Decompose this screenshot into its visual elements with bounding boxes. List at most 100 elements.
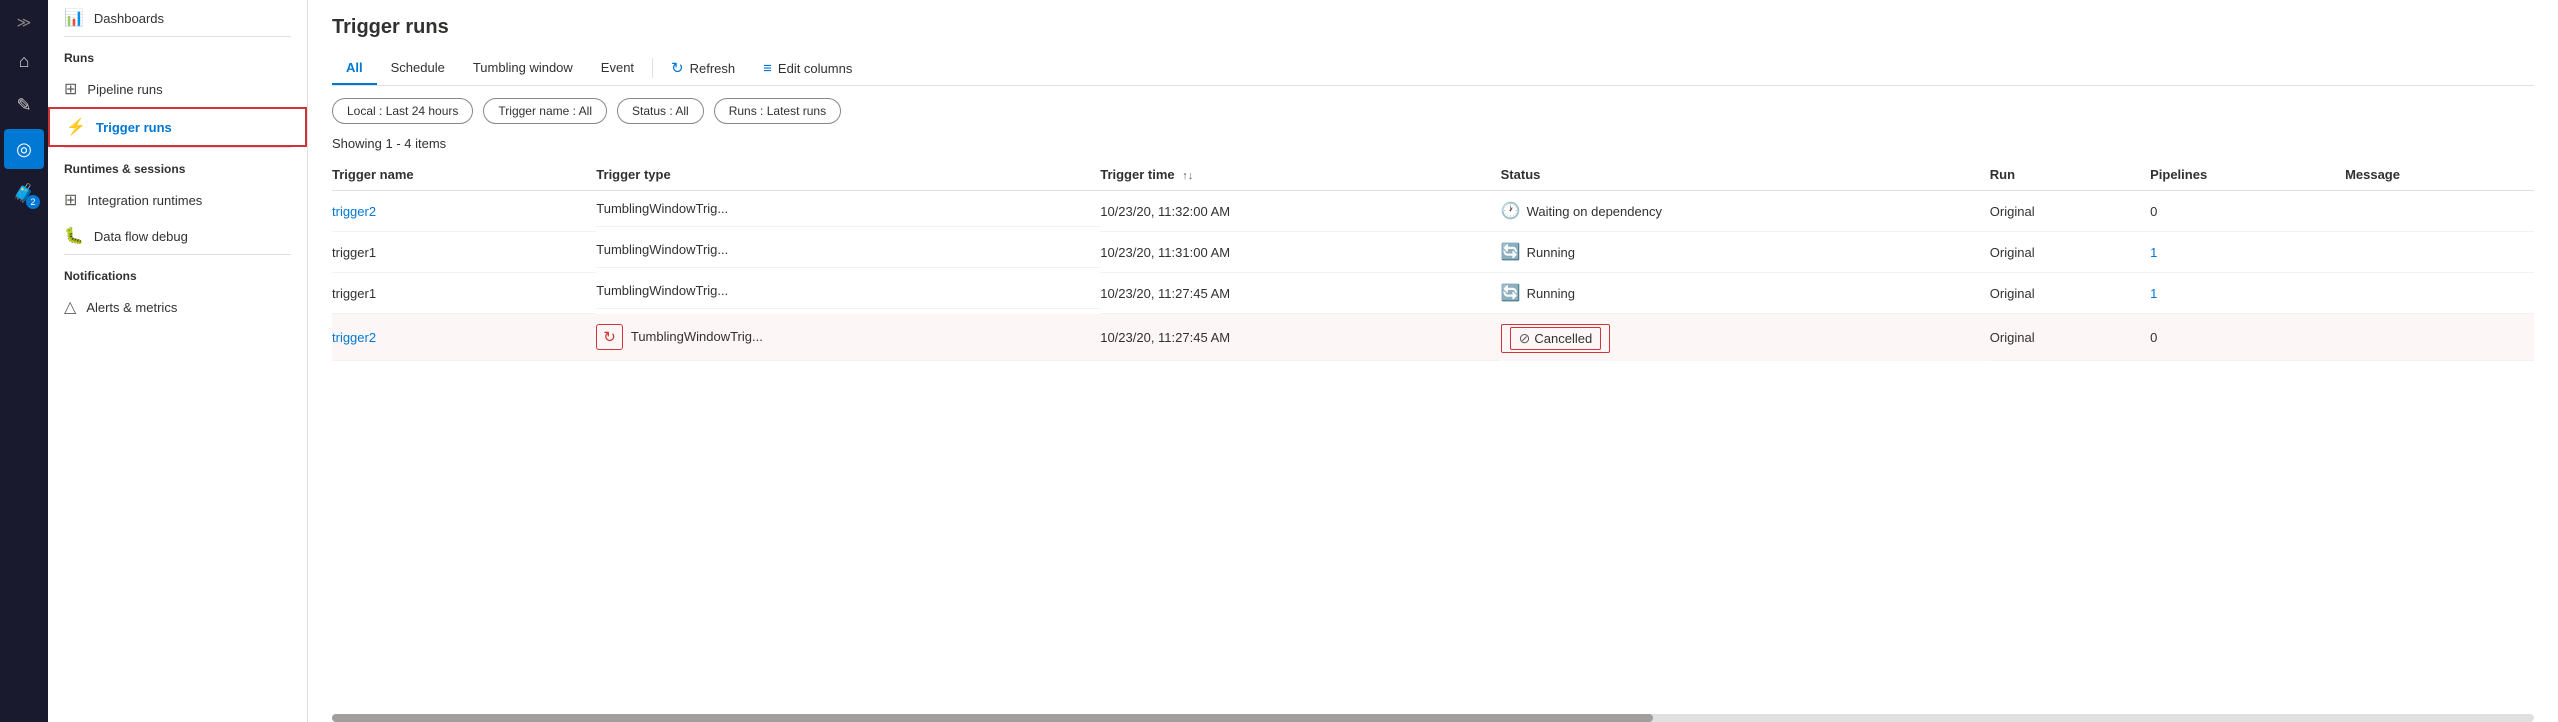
message-cell	[2345, 314, 2534, 361]
scrollbar-thumb[interactable]	[332, 714, 1653, 722]
status-cell: 🔄 Running	[1501, 232, 1990, 273]
table-row: trigger1TumblingWindowTrig...10/23/20, 1…	[332, 273, 2534, 314]
alerts-icon: △	[64, 297, 76, 317]
items-count: Showing 1 - 4 items	[308, 136, 2558, 159]
status-wrapper: 🔄 Running	[1501, 283, 1978, 303]
expand-icon[interactable]: ≫	[11, 8, 38, 37]
trigger-type-cell: TumblingWindowTrig...	[596, 191, 1100, 227]
status-wrapper: 🕐Waiting on dependency	[1501, 201, 1978, 221]
cancelled-badge: ⊘Cancelled	[1510, 327, 1602, 350]
pipelines-cell[interactable]: 1	[2150, 232, 2345, 273]
main-content: Trigger runs All Schedule Tumbling windo…	[308, 0, 2558, 722]
trigger-name-cell: trigger1	[332, 273, 596, 314]
filter-bar: Local : Last 24 hours Trigger name : All…	[308, 86, 2558, 136]
deploy-badge: 2	[26, 195, 40, 209]
trigger-type-cell: TumblingWindowTrig...	[596, 232, 1100, 268]
pipelines-cell: 0	[2150, 314, 2345, 361]
status-text: Waiting on dependency	[1527, 204, 1662, 219]
run-cell: Original	[1990, 191, 2150, 232]
icon-rail: ≫ ⌂ ✎ ◎ 🧳 2	[0, 0, 48, 722]
data-flow-debug-icon: 🐛	[64, 226, 84, 246]
refresh-label: Refresh	[690, 61, 736, 76]
rail-edit-button[interactable]: ✎	[4, 85, 44, 125]
sidebar-integration-runtimes-label: Integration runtimes	[87, 193, 202, 208]
sidebar-trigger-runs-label: Trigger runs	[96, 120, 172, 135]
sidebar-item-integration-runtimes[interactable]: ⊞ Integration runtimes	[48, 182, 307, 218]
edit-columns-icon: ≡	[763, 60, 772, 77]
sidebar-item-dashboards[interactable]: 📊 Dashboards	[48, 0, 307, 36]
status-icon: 🔄	[1501, 242, 1521, 262]
sidebar-alerts-label: Alerts & metrics	[86, 300, 177, 315]
status-cell: 🕐Waiting on dependency	[1501, 191, 1990, 232]
col-trigger-type: Trigger type	[596, 159, 1100, 191]
integration-runtimes-icon: ⊞	[64, 190, 77, 210]
table-row: trigger2 TumblingWindowTrig...10/23/20, 1…	[332, 191, 2534, 232]
col-pipelines: Pipelines	[2150, 159, 2345, 191]
sidebar-data-flow-debug-label: Data flow debug	[94, 229, 188, 244]
trigger-name-link[interactable]: trigger2	[332, 204, 376, 219]
trigger-time-cell: 10/23/20, 11:32:00 AM	[1100, 191, 1500, 232]
status-cell: 🔄 Running	[1501, 273, 1990, 314]
tab-event[interactable]: Event	[587, 52, 648, 85]
run-cell: Original	[1990, 232, 2150, 273]
tab-schedule[interactable]: Schedule	[377, 52, 459, 85]
table-container: Trigger name Trigger type Trigger time ↑…	[308, 159, 2558, 714]
runs-section-label: Runs	[48, 37, 307, 71]
page-title: Trigger runs	[332, 16, 2534, 39]
message-cell	[2345, 191, 2534, 232]
table-body: trigger2TumblingWindowTrig...10/23/20, 1…	[332, 191, 2534, 361]
trigger-name-link[interactable]: trigger2	[332, 330, 376, 345]
bottom-scrollbar[interactable]	[332, 714, 2534, 722]
tabs-bar: All Schedule Tumbling window Event ↻ Ref…	[332, 51, 2534, 86]
col-trigger-name: Trigger name	[332, 159, 596, 191]
refresh-button[interactable]: ↻ Refresh	[657, 51, 749, 85]
edit-columns-label: Edit columns	[778, 61, 852, 76]
trigger-type-cell: ↻TumblingWindowTrig...	[596, 314, 1100, 361]
col-status: Status	[1501, 159, 1990, 191]
tab-all[interactable]: All	[332, 52, 377, 85]
trigger-type-cell: TumblingWindowTrig...	[596, 273, 1100, 309]
tab-tumbling[interactable]: Tumbling window	[459, 52, 587, 85]
table-row: trigger2 ↻TumblingWindowTrig...10/23/20, …	[332, 314, 2534, 361]
cancelled-icon: ⊘	[1519, 330, 1531, 347]
rail-home-button[interactable]: ⌂	[4, 41, 44, 81]
col-trigger-time[interactable]: Trigger time ↑↓	[1100, 159, 1500, 191]
status-wrapper: 🔄 Running	[1501, 242, 1978, 262]
edit-columns-button[interactable]: ≡ Edit columns	[749, 52, 866, 85]
status-text: Running	[1527, 286, 1575, 301]
page-header: Trigger runs All Schedule Tumbling windo…	[308, 0, 2558, 86]
status-cell: ⊘Cancelled	[1501, 324, 1611, 353]
status-icon: 🔄	[1501, 283, 1521, 303]
trigger-time-cell: 10/23/20, 11:27:45 AM	[1100, 314, 1500, 361]
sort-icon: ↑↓	[1182, 170, 1193, 182]
pipeline-runs-icon: ⊞	[64, 79, 77, 99]
col-run: Run	[1990, 159, 2150, 191]
trigger-runs-table: Trigger name Trigger type Trigger time ↑…	[332, 159, 2534, 361]
sidebar-item-trigger-runs[interactable]: ⚡ Trigger runs	[48, 107, 307, 147]
status-filter-pill[interactable]: Status : All	[617, 98, 704, 124]
run-cell: Original	[1990, 273, 2150, 314]
rail-monitor-button[interactable]: ◎	[4, 129, 44, 169]
refresh-icon: ↻	[671, 59, 684, 77]
dashboards-icon: 📊	[64, 8, 84, 28]
sidebar-item-alerts[interactable]: △ Alerts & metrics	[48, 289, 307, 325]
trigger-filter-pill[interactable]: Trigger name : All	[483, 98, 607, 124]
status-text: Running	[1527, 245, 1575, 260]
sidebar-item-pipeline-runs[interactable]: ⊞ Pipeline runs	[48, 71, 307, 107]
message-cell	[2345, 273, 2534, 314]
rerun-icon[interactable]: ↻	[596, 324, 623, 350]
trigger-runs-icon: ⚡	[66, 117, 86, 137]
pipelines-cell[interactable]: 1	[2150, 273, 2345, 314]
runtimes-section-label: Runtimes & sessions	[48, 148, 307, 182]
table-row: trigger1TumblingWindowTrig...10/23/20, 1…	[332, 232, 2534, 273]
run-cell: Original	[1990, 314, 2150, 361]
rail-deploy-button[interactable]: 🧳 2	[4, 173, 44, 213]
message-cell	[2345, 232, 2534, 273]
sidebar-item-data-flow-debug[interactable]: 🐛 Data flow debug	[48, 218, 307, 254]
cancelled-text: Cancelled	[1534, 331, 1592, 346]
trigger-name-cell: trigger1	[332, 232, 596, 273]
notifications-section-label: Notifications	[48, 255, 307, 289]
tab-divider	[652, 58, 653, 78]
time-filter-pill[interactable]: Local : Last 24 hours	[332, 98, 473, 124]
runs-filter-pill[interactable]: Runs : Latest runs	[714, 98, 841, 124]
